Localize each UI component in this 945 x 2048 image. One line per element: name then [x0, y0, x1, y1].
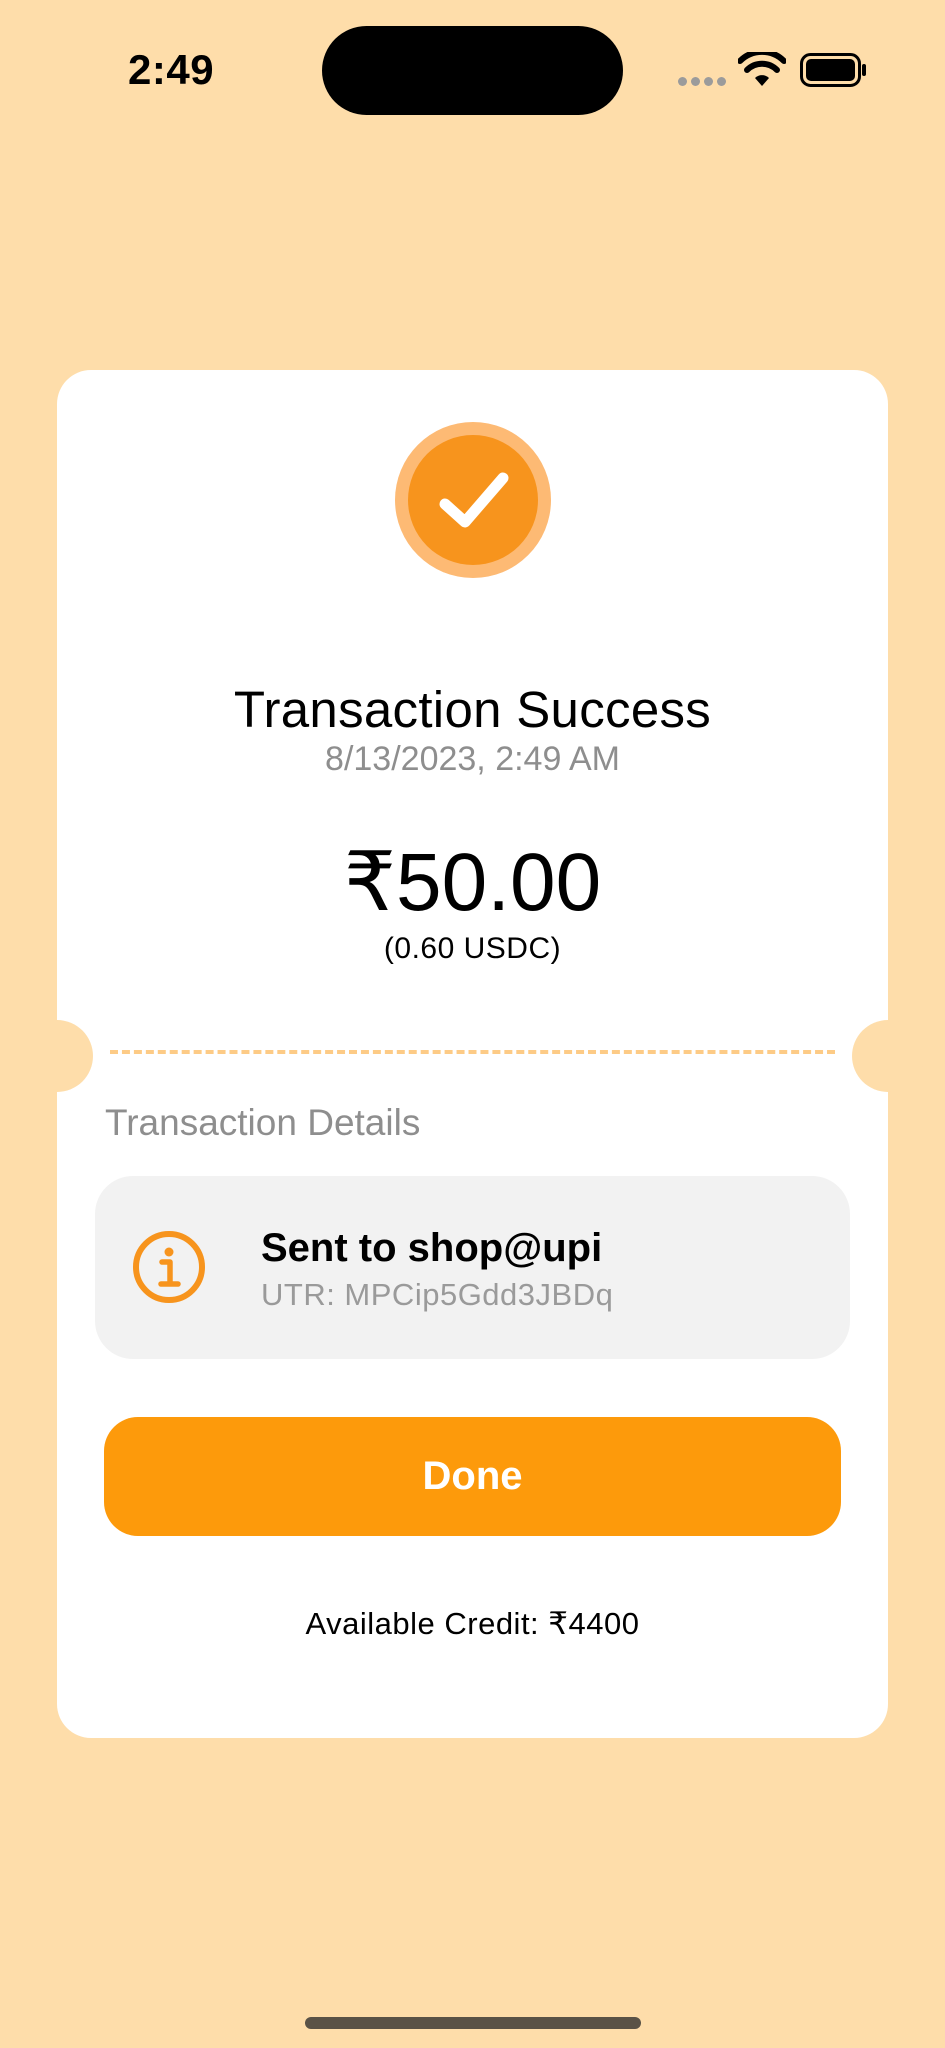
- transaction-success-screen: 2:49 Transaction Success 8/13/2023, 2:49…: [0, 0, 945, 2048]
- transaction-datetime: 8/13/2023, 2:49 AM: [325, 740, 620, 778]
- ticket-notch-left: [21, 1020, 93, 1092]
- wifi-icon: [738, 52, 786, 86]
- receipt-card: Transaction Success 8/13/2023, 2:49 AM ₹…: [21, 370, 924, 1738]
- cellular-signal-icon: [678, 77, 726, 87]
- done-button[interactable]: Done: [104, 1417, 841, 1536]
- ticket-notch-right: [852, 1020, 924, 1092]
- transaction-details-box: Sent to shop@upi UTR: MPCip5Gdd3JBDq: [95, 1176, 850, 1359]
- transaction-title: Transaction Success: [233, 681, 712, 738]
- status-time: 2:49: [128, 46, 215, 93]
- transaction-amount-usdc: (0.60 USDC): [383, 932, 562, 965]
- battery-icon: [800, 53, 866, 87]
- details-section-label: Transaction Details: [105, 1102, 421, 1143]
- recipient-label: Sent to shop@upi: [261, 1226, 603, 1270]
- dynamic-island: [322, 26, 623, 115]
- available-credit: Available Credit: ₹4400: [305, 1606, 640, 1641]
- ticket-divider: [110, 1050, 835, 1054]
- utr-label: UTR: MPCip5Gdd3JBDq: [261, 1277, 614, 1312]
- checkmark-icon: [439, 472, 509, 528]
- success-badge: [395, 422, 551, 578]
- home-indicator[interactable]: [305, 2017, 641, 2029]
- transaction-amount: ₹50.00: [343, 837, 602, 928]
- success-badge-inner: [408, 435, 538, 565]
- info-icon: [133, 1231, 205, 1303]
